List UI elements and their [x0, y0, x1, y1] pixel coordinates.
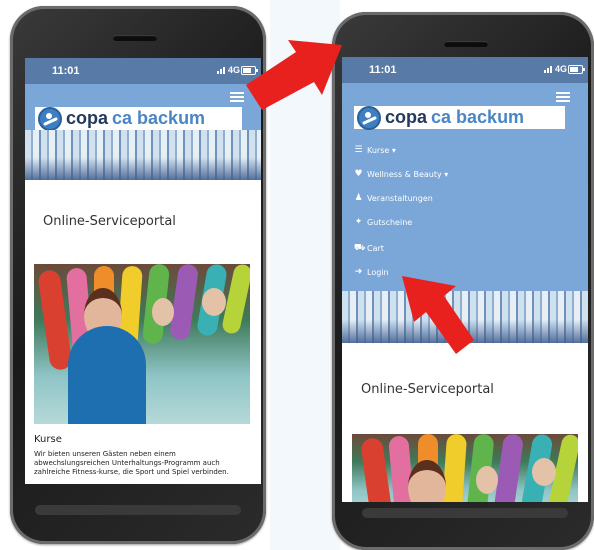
- status-time: 11:01: [52, 65, 80, 77]
- page-title: Online-Serviceportal: [43, 214, 176, 229]
- cart-icon: ⛟: [354, 243, 366, 253]
- signal-icon: [544, 66, 552, 73]
- site-header: copa ca backum: [25, 84, 261, 131]
- header-pool-image: [25, 130, 261, 180]
- menu-item-label: Veranstaltungen: [367, 193, 433, 203]
- logo-word-copa: copa: [385, 107, 428, 127]
- swimmer-body: [68, 326, 146, 424]
- menu-item-label: Wellness & Beauty ▾: [367, 169, 449, 179]
- page-title: Online-Serviceportal: [361, 382, 494, 397]
- menu-item-label: Kurse ▾: [367, 145, 396, 155]
- puzzle-icon: ✦: [354, 217, 363, 227]
- swimmer-logo-icon: [38, 106, 62, 131]
- battery-icon: [568, 65, 585, 74]
- menu-item-label: Cart: [367, 244, 384, 253]
- course-photo[interactable]: [352, 434, 578, 502]
- menu-item-label: Gutscheine: [367, 217, 413, 227]
- left-phone: 11:01 4G copa ca backum Online-Servicepo…: [10, 6, 266, 544]
- network-label: 4G: [554, 64, 567, 74]
- card-text: Wir bieten unseren Gästen neben einem ab…: [34, 450, 229, 476]
- menu-item-veranstaltungen[interactable]: ♟ Veranstaltungen: [354, 193, 433, 203]
- noodle-purple: [168, 264, 200, 342]
- left-screen: 11:01 4G copa ca backum Online-Servicepo…: [25, 58, 261, 484]
- card-title: Kurse: [34, 434, 62, 445]
- person-bg-1: [152, 298, 174, 326]
- home-area: [362, 508, 568, 518]
- arrow-to-login: [402, 276, 474, 354]
- person-bg-2: [202, 288, 226, 316]
- logo-word-copa: copa: [66, 108, 109, 128]
- logo-word-backum: ca backum: [431, 107, 525, 127]
- hamburger-menu-icon[interactable]: [556, 92, 570, 102]
- earpiece: [113, 35, 157, 41]
- swimmer-logo-icon: [357, 105, 381, 130]
- menu-item-login[interactable]: ➜ Login: [354, 267, 389, 277]
- menu-item-cart[interactable]: ⛟ Cart: [354, 243, 384, 254]
- person-bg-1: [476, 466, 498, 494]
- swimmer-face: [408, 460, 446, 502]
- status-time: 11:01: [369, 64, 397, 76]
- earpiece: [444, 41, 488, 47]
- heart-icon: ♥: [354, 169, 363, 179]
- sign-in-icon: ➜: [354, 267, 363, 277]
- menu-item-wellness[interactable]: ♥ Wellness & Beauty ▾: [354, 169, 448, 179]
- logo-word-backum: ca backum: [112, 108, 206, 128]
- arrow-to-hamburger: [246, 40, 342, 110]
- signal-icon: [217, 67, 225, 74]
- person-bg-2: [532, 458, 556, 486]
- course-photo[interactable]: [34, 264, 250, 424]
- site-logo[interactable]: copa ca backum: [354, 105, 565, 130]
- people-icon: ♟: [354, 193, 363, 203]
- menu-item-kurse[interactable]: ☰ Kurse ▾: [354, 145, 396, 155]
- noodle-purple: [491, 434, 525, 502]
- home-area: [35, 505, 241, 515]
- status-bar: 11:01 4G: [25, 58, 261, 84]
- site-header-expanded: copa ca backum ☰ Kurse ▾ ♥ Wellness & Be…: [342, 83, 588, 291]
- menu-item-gutscheine[interactable]: ✦ Gutscheine: [354, 217, 412, 227]
- list-icon: ☰: [354, 145, 363, 155]
- menu-item-label: Login: [367, 267, 389, 277]
- site-logo[interactable]: copa ca backum: [35, 106, 242, 131]
- status-bar: 11:01 4G: [342, 57, 588, 83]
